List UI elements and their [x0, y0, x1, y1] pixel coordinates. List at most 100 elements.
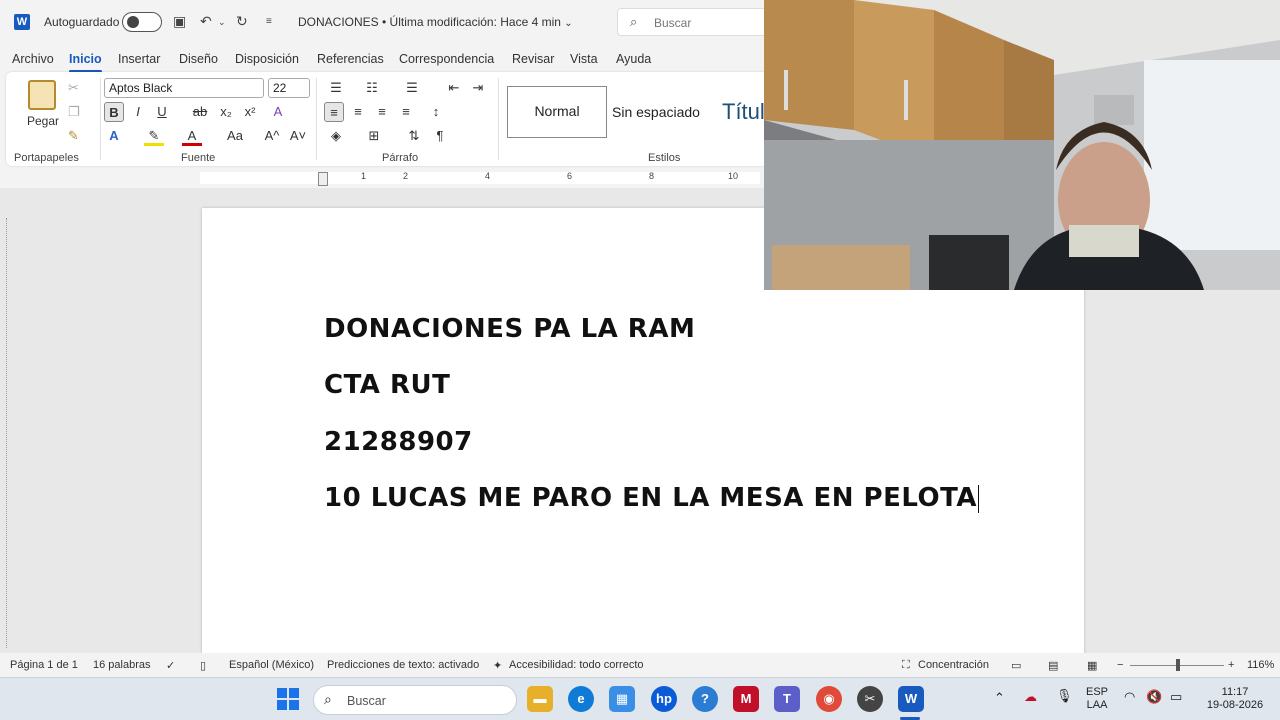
save-icon[interactable]: ▣	[173, 13, 186, 30]
language-indicator[interactable]: Español (México)	[229, 659, 314, 671]
strikethrough-button[interactable]: ab	[190, 102, 210, 122]
ribbon-divider	[498, 78, 499, 160]
zoom-level[interactable]: 116%	[1247, 659, 1274, 671]
text-effects-icon[interactable]: A	[104, 126, 124, 146]
paste-button[interactable]: Pegar	[27, 114, 59, 128]
language-switcher[interactable]: ESP LAA	[1086, 686, 1108, 712]
read-aloud-icon[interactable]: ▯	[200, 659, 206, 672]
windows-start-icon[interactable]	[277, 688, 299, 710]
text-predictions-status[interactable]: Predicciones de texto: activado	[327, 659, 479, 671]
styles-group-label: Estilos	[648, 152, 681, 164]
increase-indent-icon[interactable]: ⇥	[468, 78, 488, 98]
undo-dropdown-icon[interactable]: ⌄	[218, 17, 226, 28]
font-color-icon[interactable]: A	[182, 126, 202, 146]
word-taskbar-icon[interactable]: W	[898, 686, 924, 712]
autosave-toggle[interactable]	[122, 12, 162, 32]
page-counter[interactable]: Página 1 de 1	[10, 659, 78, 671]
tab-ayuda[interactable]: Ayuda	[616, 52, 651, 66]
accessibility-status[interactable]: Accesibilidad: todo correcto	[509, 659, 644, 671]
chevron-up-icon[interactable]: ⌃	[994, 691, 1005, 704]
font-size-select[interactable]: 22	[268, 78, 310, 98]
autosave-label: Autoguardado	[44, 15, 120, 29]
search-input[interactable]: ⌕ Buscar	[617, 8, 777, 36]
bold-button[interactable]: B	[104, 102, 124, 122]
undo-icon[interactable]: ↶	[200, 13, 212, 30]
grow-font-button[interactable]: A^	[262, 126, 282, 146]
document-line[interactable]: 21288907	[324, 427, 473, 457]
style-normal[interactable]: Normal	[507, 86, 607, 138]
help-icon[interactable]: ?	[692, 686, 718, 712]
clear-formatting-icon[interactable]: A	[268, 102, 288, 122]
customize-toolbar-icon[interactable]: ≡	[266, 16, 272, 27]
zoom-in-icon[interactable]: +	[1228, 659, 1234, 671]
taskbar-search-input[interactable]: ⌕ Buscar	[313, 685, 517, 715]
multilevel-list-icon[interactable]: ☰	[402, 78, 422, 98]
web-layout-icon[interactable]: ▦	[1087, 659, 1097, 672]
zoom-out-icon[interactable]: −	[1117, 659, 1123, 671]
sort-icon[interactable]: ⇅	[404, 126, 424, 146]
paste-icon[interactable]	[28, 80, 56, 110]
vertical-ruler	[6, 218, 14, 648]
style-no-spacing[interactable]: Sin espaciado	[612, 86, 712, 138]
bullets-icon[interactable]: ☰	[326, 78, 346, 98]
hp-icon[interactable]: hp	[651, 686, 677, 712]
tab-correspondencia[interactable]: Correspondencia	[399, 52, 494, 66]
edge-icon[interactable]: e	[568, 686, 594, 712]
search-placeholder: Buscar	[654, 16, 692, 30]
align-center-icon[interactable]: ≡	[348, 102, 368, 122]
shrink-font-button[interactable]: A˅	[288, 126, 308, 146]
tab-revisar[interactable]: Revisar	[512, 52, 554, 66]
proofing-icon[interactable]: ✓	[166, 659, 175, 672]
indent-marker[interactable]	[318, 172, 328, 186]
highlight-icon[interactable]: ✎	[144, 126, 164, 146]
tab-vista[interactable]: Vista	[570, 52, 598, 66]
tab-diseno[interactable]: Diseño	[179, 52, 218, 66]
cut-icon[interactable]: ✂	[68, 80, 79, 96]
snipping-tool-icon[interactable]: ✂	[857, 686, 883, 712]
numbering-icon[interactable]: ☷	[362, 78, 382, 98]
tab-insertar[interactable]: Insertar	[118, 52, 160, 66]
document-line[interactable]: CTA RUT	[324, 370, 450, 400]
document-line[interactable]: DONACIONES PA LA RAM	[324, 314, 695, 344]
redo-icon[interactable]: ↻	[236, 13, 248, 30]
italic-button[interactable]: I	[128, 102, 148, 122]
line-spacing-icon[interactable]: ↕	[426, 102, 446, 122]
read-mode-icon[interactable]: ▭	[1011, 659, 1021, 672]
document-line[interactable]: 10 LUCAS ME PARO EN LA MESA EN PELOTA	[324, 483, 977, 513]
tab-inicio[interactable]: Inicio	[69, 52, 102, 73]
print-layout-icon[interactable]: ▤	[1048, 659, 1058, 672]
teams-icon[interactable]: T	[774, 686, 800, 712]
focus-mode-button[interactable]: Concentración	[918, 659, 989, 671]
shading-icon[interactable]: ◈	[326, 126, 346, 146]
store-icon[interactable]: ▦	[609, 686, 635, 712]
superscript-button[interactable]: x²	[240, 102, 260, 122]
decrease-indent-icon[interactable]: ⇤	[444, 78, 464, 98]
clock[interactable]: 11:17 19-08-2026	[1200, 686, 1270, 712]
volume-muted-icon[interactable]: 🔇	[1146, 690, 1162, 703]
show-formatting-button[interactable]: ¶	[430, 126, 450, 146]
tab-archivo[interactable]: Archivo	[12, 52, 54, 66]
word-count[interactable]: 16 palabras	[93, 659, 151, 671]
borders-icon[interactable]: ⊞	[364, 126, 384, 146]
microphone-icon[interactable]: 🎙	[1056, 689, 1073, 702]
document-line-with-caret[interactable]: 10 LUCAS ME PARO EN LA MESA EN PELOTA	[324, 483, 980, 513]
tab-referencias[interactable]: Referencias	[317, 52, 384, 66]
battery-icon[interactable]: ▭	[1170, 690, 1182, 703]
file-explorer-icon[interactable]: ▬	[527, 686, 553, 712]
font-name-select[interactable]: Aptos Black	[104, 78, 264, 98]
align-left-icon[interactable]: ≡	[324, 102, 344, 122]
align-right-icon[interactable]: ≡	[372, 102, 392, 122]
change-case-button[interactable]: Aa	[222, 126, 248, 146]
subscript-button[interactable]: x₂	[216, 102, 236, 122]
tab-disposicion[interactable]: Disposición	[235, 52, 299, 66]
mcafee-icon[interactable]: M	[733, 686, 759, 712]
underline-button[interactable]: U	[152, 102, 172, 122]
chrome-icon[interactable]: ◉	[816, 686, 842, 712]
cloud-icon[interactable]: ☁	[1024, 690, 1037, 703]
document-title[interactable]: DONACIONES • Última modificación: Hace 4…	[298, 15, 573, 29]
zoom-slider-thumb[interactable]	[1176, 659, 1180, 671]
copy-icon[interactable]: ❐	[68, 104, 80, 120]
format-painter-icon[interactable]: ✎	[68, 128, 79, 144]
wifi-icon[interactable]: ◠	[1124, 690, 1135, 703]
justify-icon[interactable]: ≡	[396, 102, 416, 122]
